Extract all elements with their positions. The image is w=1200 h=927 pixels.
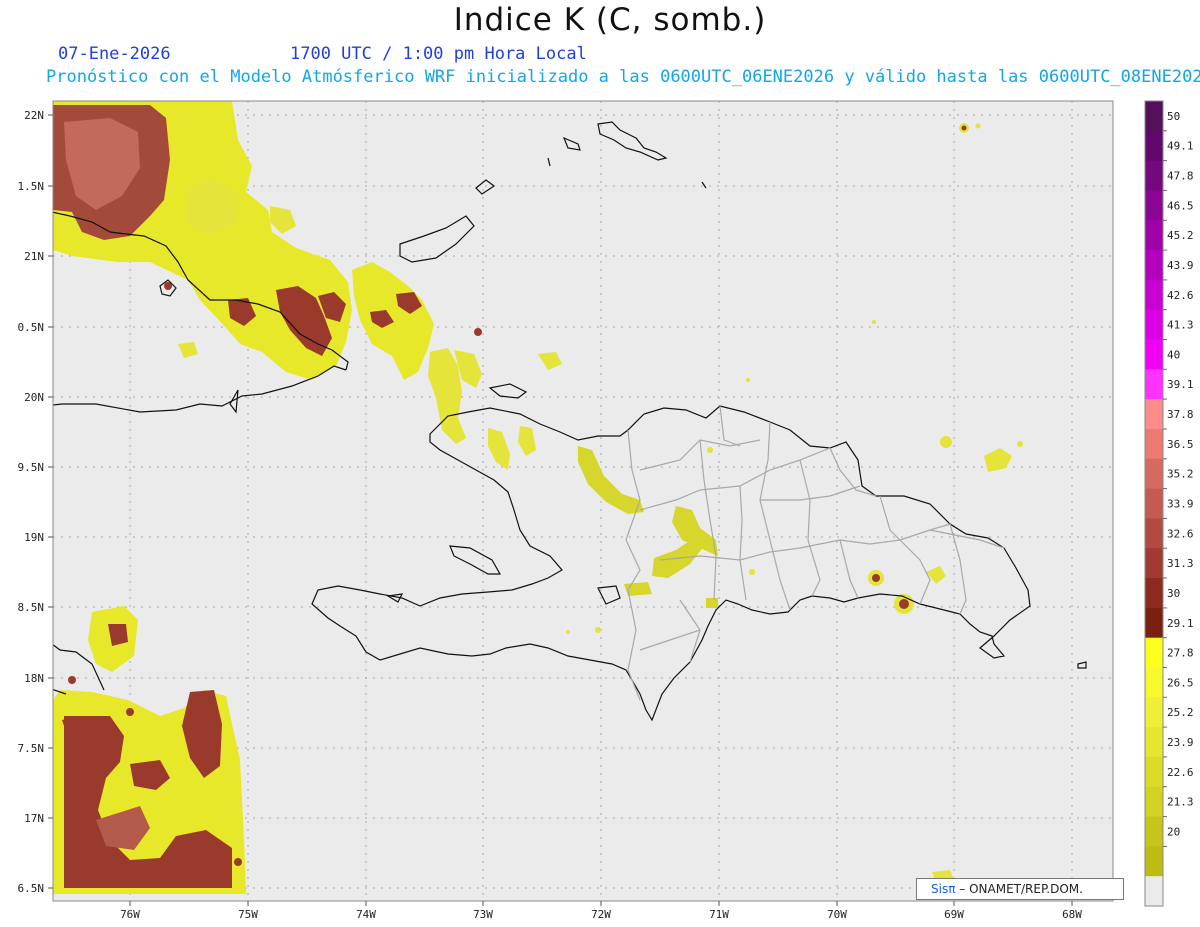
colorbar-label: 42.6 xyxy=(1167,289,1194,302)
colorbar-swatch xyxy=(1145,250,1163,281)
colorbar-label: 32.6 xyxy=(1167,527,1194,540)
colorbar-label: 21.3 xyxy=(1167,796,1194,809)
colorbar-swatch xyxy=(1145,220,1163,251)
colorbar-swatch xyxy=(1145,101,1163,132)
lat-label: 7.5N xyxy=(18,742,45,755)
colorbar: 50 49.1 47.8 46.5 45.2 43.9 42.6 41.3 40 39.1 37.8… xyxy=(1144,100,1194,907)
colorbar-label: 41.3 xyxy=(1167,319,1194,332)
colorbar-label: 46.5 xyxy=(1167,199,1194,212)
colorbar-label: 29.1 xyxy=(1167,617,1194,630)
colorbar-swatch xyxy=(1145,786,1163,817)
lat-label: 21N xyxy=(24,250,44,263)
lat-label: 8.5N xyxy=(18,601,45,614)
colorbar-label: 40 xyxy=(1167,348,1180,361)
colorbar-swatch xyxy=(1145,756,1163,788)
lon-label: 68W xyxy=(1062,908,1082,921)
colorbar-swatch xyxy=(1145,816,1163,847)
lat-label: 9.5N xyxy=(18,461,45,474)
colorbar-swatch xyxy=(1145,160,1163,191)
colorbar-swatch xyxy=(1145,727,1163,758)
colorbar-swatch xyxy=(1145,458,1163,490)
lat-label: 6.5N xyxy=(18,882,45,895)
colorbar-label: 36.5 xyxy=(1167,438,1194,451)
map-figure: 22N 1.5N 21N 0.5N 20N 9.5N 19N 8.5N 18N … xyxy=(18,100,1194,921)
colorbar-label: 49.1 xyxy=(1167,140,1194,153)
colorbar-label: 30 xyxy=(1167,587,1180,600)
colorbar-label: 50 xyxy=(1167,110,1180,123)
colorbar-label: 20 xyxy=(1167,826,1180,839)
colorbar-swatch xyxy=(1145,429,1163,460)
colorbar-label: 23.9 xyxy=(1167,736,1194,749)
credit-brand: Sisπ xyxy=(931,882,956,896)
colorbar-swatch xyxy=(1145,279,1163,311)
colorbar-swatch xyxy=(1145,130,1163,162)
lat-label: 20N xyxy=(24,391,44,404)
colorbar-label: 35.2 xyxy=(1167,468,1194,481)
lat-label: 0.5N xyxy=(18,321,45,334)
colorbar-swatch xyxy=(1145,339,1163,370)
lon-label: 76W xyxy=(120,908,140,921)
colorbar-swatch xyxy=(1145,697,1163,728)
lat-label: 18N xyxy=(24,672,44,685)
colorbar-swatch xyxy=(1145,399,1163,430)
colorbar-label: 26.5 xyxy=(1167,676,1194,689)
colorbar-swatch xyxy=(1145,548,1163,579)
colorbar-swatch xyxy=(1145,846,1163,877)
colorbar-label: 47.8 xyxy=(1167,170,1194,183)
credit-text: – ONAMET/REP.DOM. xyxy=(959,882,1083,896)
colorbar-label: 45.2 xyxy=(1167,229,1194,242)
colorbar-label: 43.9 xyxy=(1167,259,1194,272)
colorbar-swatch xyxy=(1145,876,1163,907)
lon-label: 75W xyxy=(238,908,258,921)
lat-label: 22N xyxy=(24,109,44,122)
colorbar-swatch xyxy=(1145,518,1163,549)
colorbar-swatch xyxy=(1145,667,1163,698)
colorbar-label: 33.9 xyxy=(1167,498,1194,511)
credit-box: Sisπ – ONAMET/REP.DOM. xyxy=(916,878,1124,900)
lon-label: 69W xyxy=(944,908,964,921)
colorbar-swatch xyxy=(1145,607,1163,639)
lon-label: 73W xyxy=(473,908,493,921)
colorbar-swatch xyxy=(1145,309,1163,340)
lon-label: 72W xyxy=(591,908,611,921)
colorbar-label: 22.6 xyxy=(1167,766,1194,779)
lat-label: 1.5N xyxy=(18,180,45,193)
lat-label: 19N xyxy=(24,531,44,544)
colorbar-label: 27.8 xyxy=(1167,647,1194,660)
colorbar-label: 25.2 xyxy=(1167,706,1194,719)
lon-label: 71W xyxy=(709,908,729,921)
lon-label: 74W xyxy=(356,908,376,921)
colorbar-swatch xyxy=(1145,488,1163,519)
colorbar-label: 31.3 xyxy=(1167,557,1194,570)
lat-label: 17N xyxy=(24,812,44,825)
colorbar-label: 39.1 xyxy=(1167,378,1194,391)
lon-label: 70W xyxy=(827,908,847,921)
colorbar-swatch xyxy=(1145,578,1163,609)
colorbar-swatch xyxy=(1145,637,1163,668)
colorbar-swatch xyxy=(1145,190,1163,221)
colorbar-swatch xyxy=(1145,369,1163,400)
colorbar-label: 37.8 xyxy=(1167,408,1194,421)
